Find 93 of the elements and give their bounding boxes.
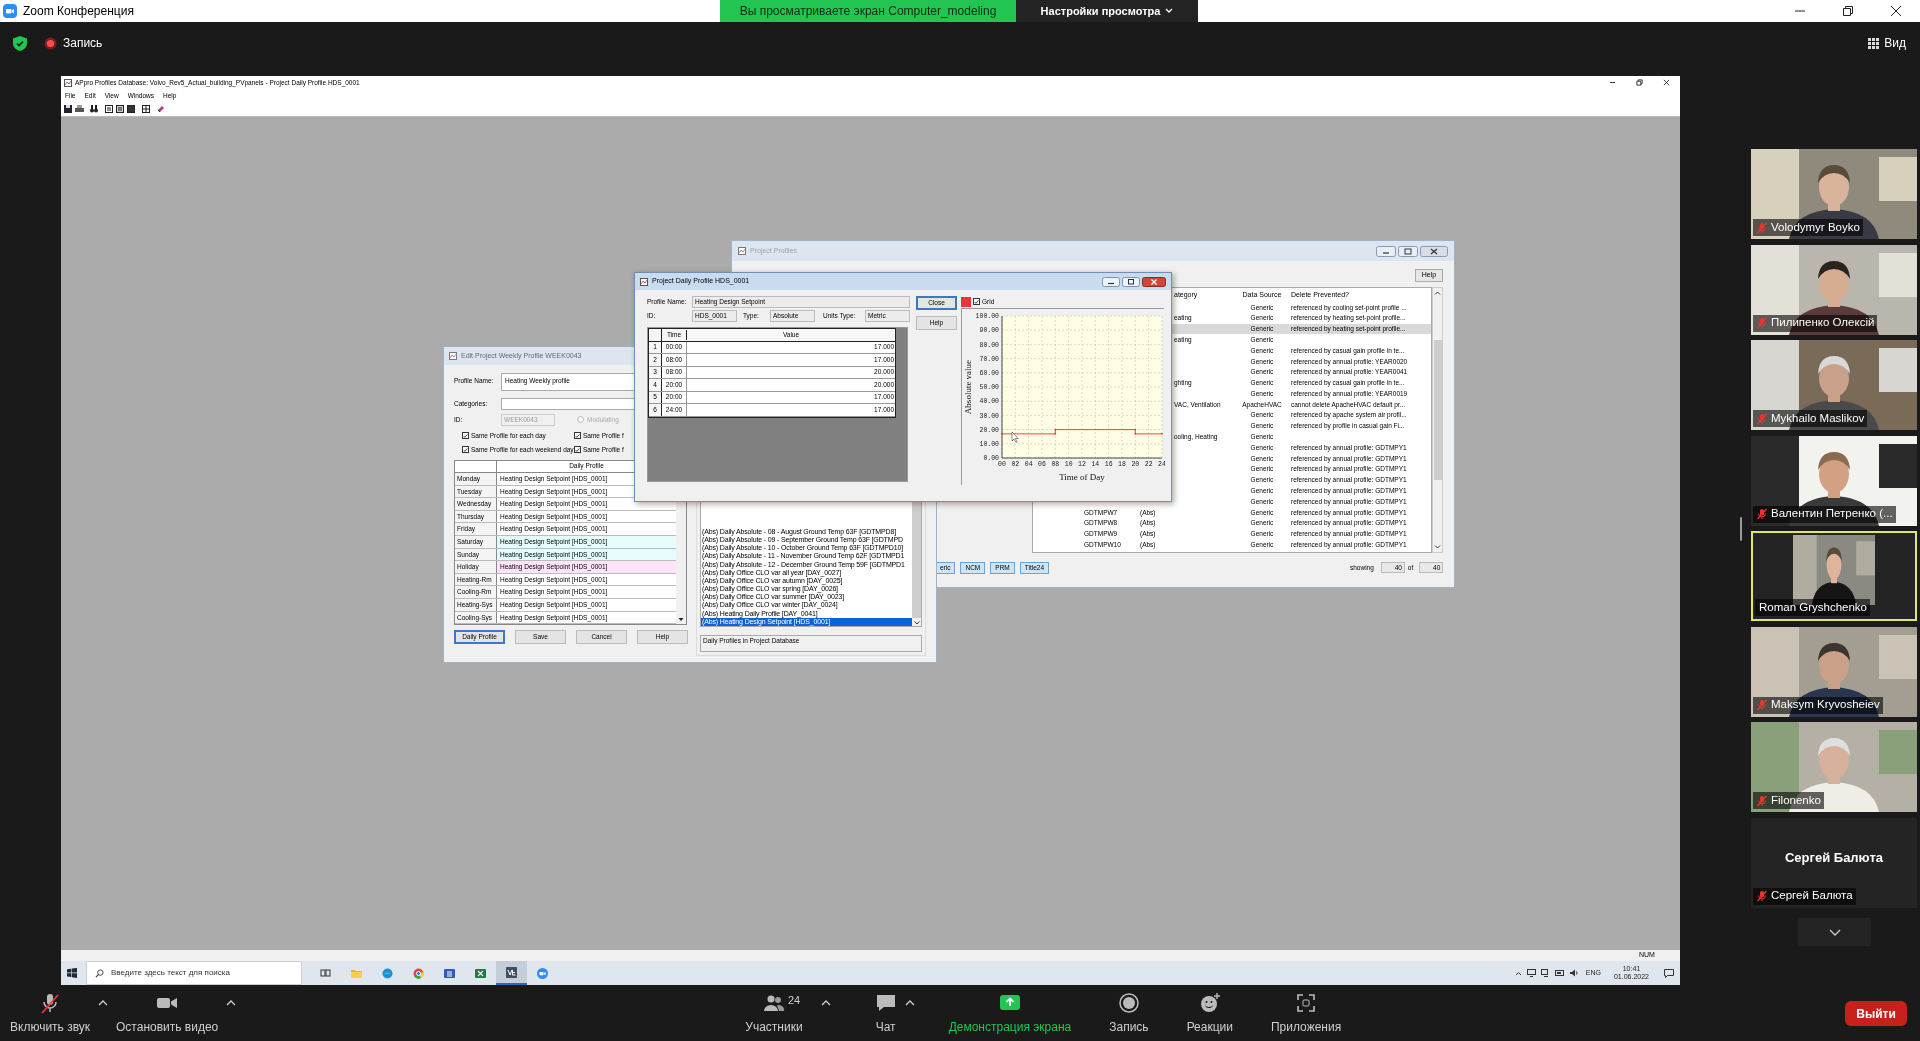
task-view-icon [320,967,331,979]
smiley-icon [1198,991,1221,1014]
view-button[interactable]: Вид [1868,34,1906,52]
maximize-icon[interactable] [1122,276,1140,287]
leave-button[interactable]: Выйти [1845,1001,1907,1026]
window-title: Zoom Конференция [23,3,134,20]
checkbox[interactable] [462,446,469,454]
taskbar-button[interactable] [496,961,527,985]
participant-name: Roman Gryshchenko [1759,599,1868,615]
eraser-icon[interactable] [157,105,165,113]
participant-tile[interactable]: Пилипенко Олексій [1751,244,1917,335]
maximize-icon[interactable] [1842,5,1854,17]
close-icon[interactable] [1663,79,1670,86]
caret-icon[interactable] [226,999,237,1006]
chevron-up-icon[interactable] [1514,970,1522,976]
chart-window-icon [449,352,457,360]
participant-name: Filonenko [1771,792,1821,808]
checkbox[interactable] [574,446,581,454]
close-icon[interactable] [1142,276,1166,287]
toolbar-button[interactable]: Приложения [1267,986,1346,1041]
toolbar-button[interactable]: Чат [870,986,901,1041]
chevron-down-icon [1165,8,1174,14]
share-banner: Вы просматриваете экран Computer_modeling [720,0,1016,22]
apps-icon [1295,991,1318,1014]
axis-title: Time of Day [1059,472,1105,482]
record-icon [44,36,57,50]
checkbox[interactable] [462,432,469,440]
axis-title: Absolute value [963,359,973,415]
shield-icon[interactable] [13,35,27,51]
document-icon[interactable] [116,105,124,113]
caret-icon[interactable] [98,999,109,1006]
video-camera-icon [537,967,548,979]
participant-name: Сергей Балюта [1771,888,1853,904]
record-icon [1117,991,1140,1014]
radio-button[interactable] [577,416,584,423]
participant-tile[interactable]: Roman Gryshchenko [1751,531,1917,621]
participant-name: Валентин Петренко (... [1771,506,1893,522]
ring-icon [413,967,424,979]
speaker-icon[interactable] [1569,969,1579,977]
chart-window-icon [640,277,648,286]
chevron-down-icon [1828,928,1841,936]
toolbar-button[interactable]: 24 Участники [741,986,807,1041]
notification-icon[interactable] [1664,968,1674,978]
grid-icon [1868,37,1880,49]
resize-handle[interactable] [1740,517,1742,541]
caret-icon[interactable] [904,999,915,1006]
participant-tile[interactable]: Filonenko [1751,722,1917,812]
toolbar-button[interactable]: Включить звук [6,986,95,1041]
participant-tile[interactable]: Volodymyr Boyko [1751,149,1917,239]
close-icon[interactable] [1420,245,1448,257]
maximize-icon[interactable] [1636,79,1643,86]
color-swatch[interactable] [961,296,971,307]
participant-display-name: Сергей Балюта [1784,848,1884,867]
participant-name: Volodymyr Boyko [1771,219,1860,235]
minimize-icon[interactable] [1102,276,1120,287]
cursor-icon [1011,431,1019,443]
binoculars-icon[interactable] [90,105,98,113]
display-icon[interactable] [1526,969,1536,977]
document-icon [444,967,455,979]
participant-name: Mykhailo Maslikov [1771,410,1865,426]
search-icon [95,968,104,978]
muted-mic-icon [39,991,61,1014]
chart-window-icon [738,247,746,255]
close-icon[interactable] [1890,5,1902,17]
print-icon[interactable] [75,105,84,113]
participant-tile[interactable]: Сергей Балюта Сергей Балюта [1751,817,1917,908]
minimize-icon[interactable] [1609,79,1616,86]
recording-label: Запись [63,35,103,52]
table-icon[interactable] [142,105,150,113]
chevron-down-icon[interactable] [913,620,921,626]
folder-icon [351,967,362,979]
participant-name: Пилипенко Олексій [1771,315,1875,331]
participant-tile[interactable]: Валентин Петренко (... [1751,435,1917,526]
participant-name: Maksym Kryvosheiev [1771,697,1880,713]
app-icon [506,966,517,978]
toolbar-button[interactable]: Остановить видео [112,986,223,1041]
checkbox[interactable] [973,298,980,305]
camera-icon [3,4,17,18]
toolbar-button[interactable]: Демонстрация экрана [944,986,1076,1041]
start-icon[interactable] [67,968,77,978]
document-icon[interactable] [105,105,113,113]
spreadsheet-icon [475,967,486,979]
checkbox[interactable] [574,432,581,440]
toolbar-button[interactable]: Реакции [1182,986,1237,1041]
participant-count: 24 [787,993,801,1008]
participant-tile[interactable]: Maksym Kryvosheiev [1751,626,1917,717]
caret-icon[interactable] [820,999,831,1006]
toolbar-button[interactable]: Запись [1105,986,1153,1041]
battery-icon[interactable] [1554,970,1565,976]
participant-tile[interactable]: Mykhailo Maslikov [1751,340,1917,430]
search-field[interactable]: Введите здесь текст для поиска [86,961,302,985]
save-icon[interactable] [64,105,72,113]
view-options-button[interactable]: Настройки просмотра [1016,0,1198,22]
